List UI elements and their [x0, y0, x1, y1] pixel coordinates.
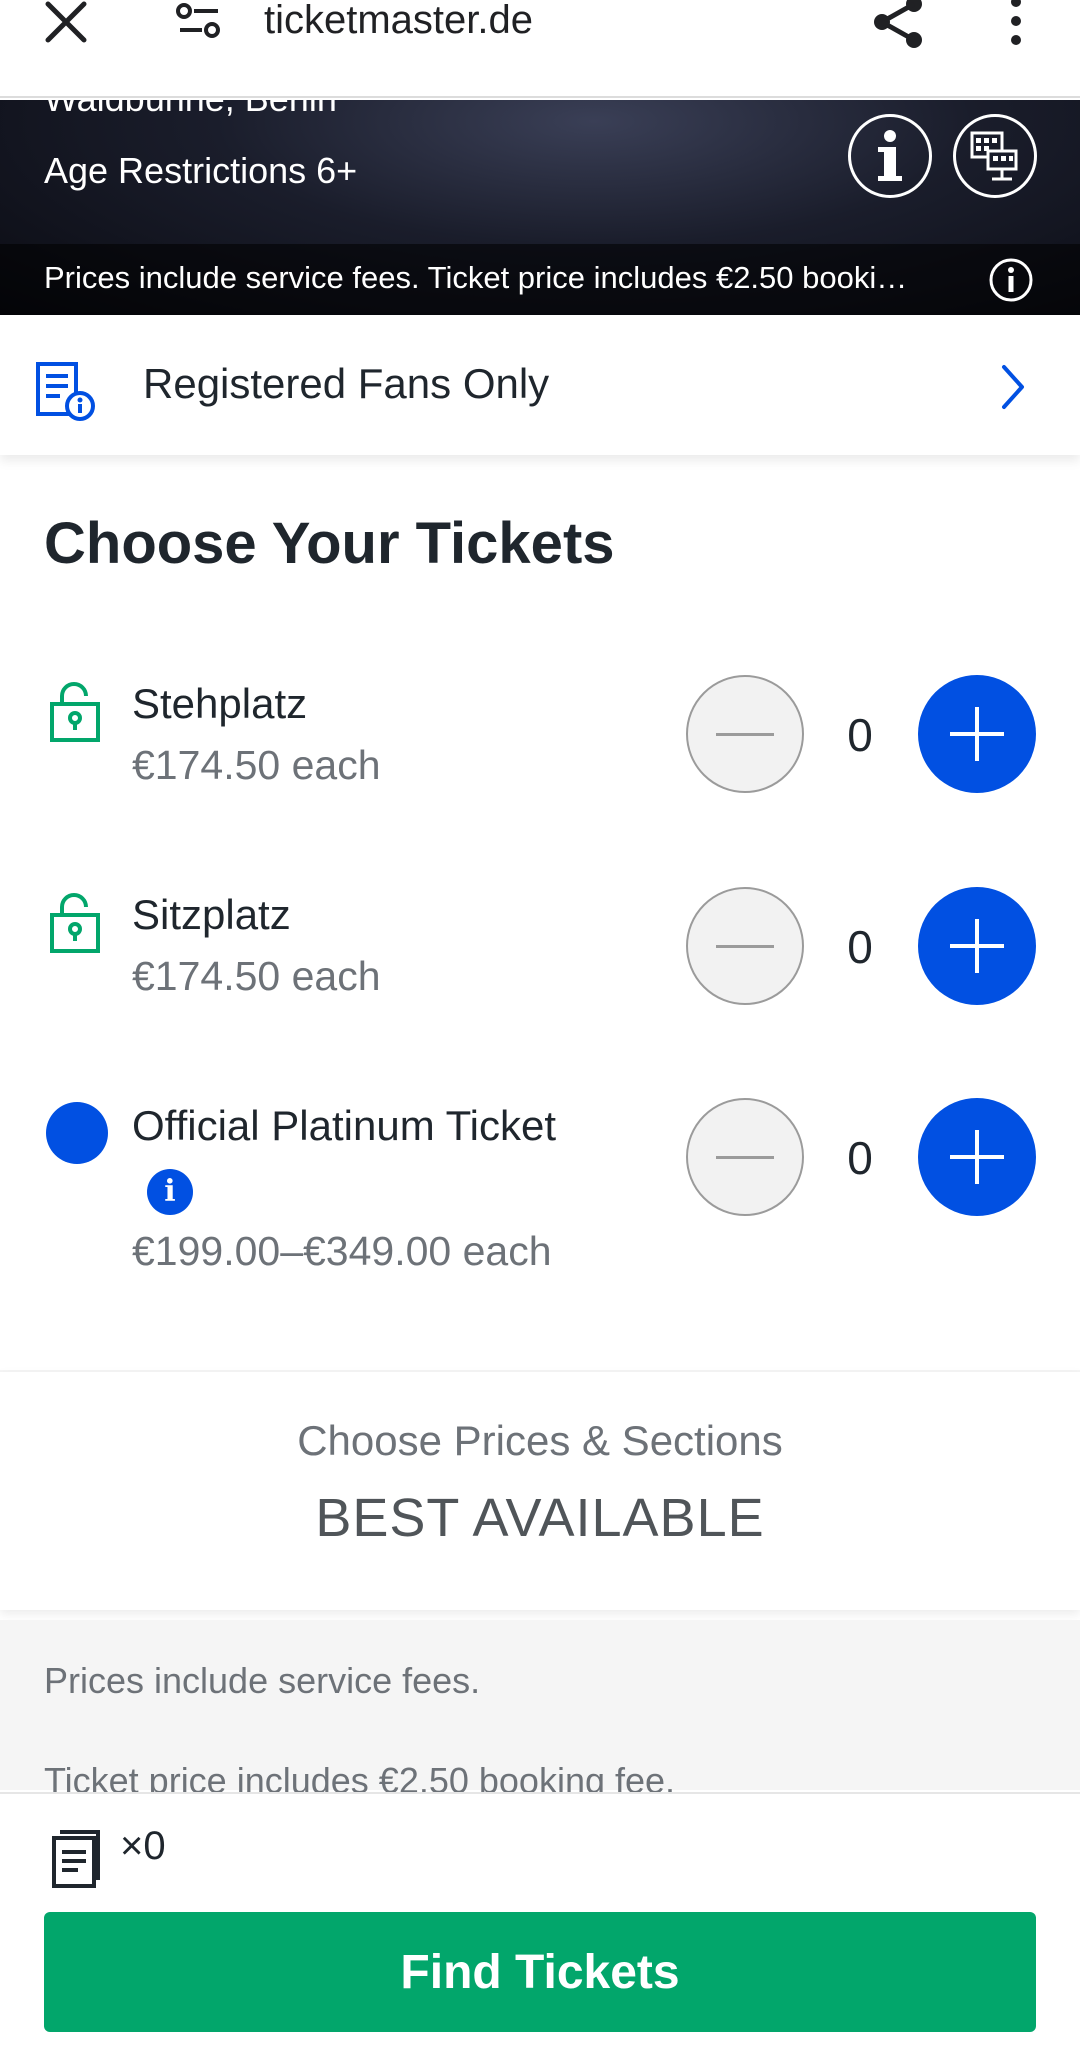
fees-info-icon[interactable] — [988, 257, 1034, 303]
ticket-quantity: 0 — [847, 921, 873, 973]
ticket-quantity: 0 — [847, 709, 873, 761]
fees-note-service: Prices include service fees. — [44, 1660, 481, 1701]
unlock-icon — [46, 891, 108, 955]
registered-fans-label: Registered Fans Only — [143, 360, 550, 407]
ticket-info-icon[interactable]: i — [147, 1169, 193, 1215]
cart-count: ×0 — [120, 1824, 166, 1868]
ticket-row: Sitzplatz €174.50 each 0 — [0, 881, 1080, 1031]
document-info-icon — [34, 360, 96, 422]
close-icon[interactable] — [42, 0, 90, 48]
ticket-price: €174.50 each — [132, 953, 381, 999]
increase-quantity-button[interactable] — [918, 675, 1036, 793]
fees-notes: Prices include service fees. Ticket pric… — [0, 1620, 1080, 1801]
registered-fans-row[interactable]: Registered Fans Only — [0, 315, 1080, 455]
url-bar[interactable]: ticketmaster.de — [264, 0, 533, 43]
seat-map-icon — [970, 131, 1018, 181]
increase-quantity-button[interactable] — [918, 887, 1036, 1005]
fees-notice-text: Prices include service fees. Ticket pric… — [44, 260, 908, 295]
prices-sections-title: Choose Prices & Sections — [297, 1417, 783, 1464]
fees-notice-bar: Prices include service fees. Ticket pric… — [0, 244, 1080, 315]
find-tickets-button[interactable]: Find Tickets — [44, 1912, 1036, 2032]
ticket-row: Stehplatz €174.50 each 0 — [0, 670, 1080, 820]
event-header: Waldbühne, Berlin Age Restrictions 6+ Pr… — [0, 100, 1080, 315]
plus-icon — [950, 919, 1004, 973]
choose-prices-sections[interactable]: Choose Prices & Sections BEST AVAILABLE — [0, 1372, 1080, 1610]
ticket-price: €199.00–€349.00 each — [132, 1228, 552, 1274]
prices-sections-value: BEST AVAILABLE — [315, 1488, 765, 1548]
share-icon[interactable] — [870, 0, 926, 54]
decrease-quantity-button[interactable] — [686, 887, 804, 1005]
ticket-name: Stehplatz — [132, 680, 308, 727]
browser-toolbar: ticketmaster.de — [0, 0, 1080, 98]
decrease-quantity-button[interactable] — [686, 675, 804, 793]
event-venue: Waldbühne, Berlin — [44, 100, 337, 120]
ticket-cart-icon — [50, 1828, 102, 1890]
increase-quantity-button[interactable] — [918, 1098, 1036, 1216]
minus-icon — [716, 732, 774, 736]
minus-icon — [716, 1155, 774, 1159]
plus-icon — [950, 707, 1004, 761]
seat-map-button[interactable] — [953, 114, 1037, 198]
ticket-price: €174.50 each — [132, 742, 381, 788]
more-options-icon[interactable] — [1006, 0, 1026, 50]
plus-icon — [950, 1130, 1004, 1184]
ticket-name: Sitzplatz — [132, 891, 291, 938]
ticket-row: Official Platinum Ticket i €199.00–€349.… — [0, 1092, 1080, 1292]
ticket-quantity: 0 — [847, 1132, 873, 1184]
choose-tickets-title: Choose Your Tickets — [44, 511, 615, 576]
site-settings-icon[interactable] — [176, 2, 222, 42]
chevron-right-icon — [998, 363, 1028, 411]
unlock-icon — [46, 680, 108, 744]
age-restriction: Age Restrictions 6+ — [44, 150, 358, 191]
event-info-button[interactable] — [848, 114, 932, 198]
info-icon — [878, 130, 902, 181]
ticket-name: Official Platinum Ticket — [132, 1102, 557, 1149]
platinum-dot-icon — [46, 1102, 108, 1164]
minus-icon — [716, 944, 774, 948]
checkout-bar: ×0 Find Tickets — [0, 1792, 1080, 2055]
decrease-quantity-button[interactable] — [686, 1098, 804, 1216]
